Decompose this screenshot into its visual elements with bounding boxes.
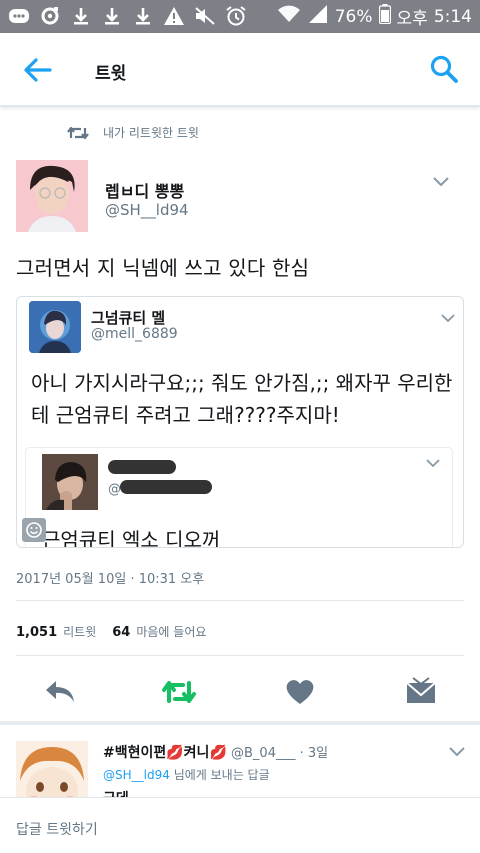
redacted-name (108, 460, 176, 474)
reply-composer[interactable]: 답글 트윗하기 (0, 797, 480, 853)
warning-icon (163, 5, 185, 27)
reply-author-handle[interactable]: @B_04___ (231, 746, 295, 761)
chevron-down-icon[interactable] (432, 176, 450, 188)
mute-icon (194, 5, 216, 27)
download-icon (132, 5, 154, 27)
nested-quoted-tweet[interactable]: @ 근엄큐티 엑소 디오꺼 (25, 447, 453, 548)
quoted-author-avatar (29, 301, 81, 353)
reply-composer-placeholder[interactable]: 답글 트윗하기 (16, 819, 98, 839)
smiley-icon (26, 522, 42, 538)
like-count-label[interactable]: 마음에 들어요 (136, 623, 206, 640)
author-name[interactable]: 렙ㅂ디 뽕뽕 (105, 178, 184, 202)
divider (16, 655, 464, 656)
clock-ampm: 오후 (396, 9, 428, 29)
wifi-icon (277, 4, 301, 29)
status-bar: 76% 오후 5:14 (0, 0, 480, 33)
alarm-icon (225, 5, 247, 27)
tweet-text: 그러면서 지 닉넴에 쓰고 있다 한심 (16, 256, 310, 280)
quoted-tweet-text: 아니 가지시라구요;;; 줘도 안가짐,;; 왜자꾸 우리한테 근엄큐티 주려고… (31, 371, 453, 427)
nested-author-avatar (42, 454, 98, 510)
system-status: 76% 오후 5:14 (277, 4, 472, 29)
nested-tweet-text: 근엄큐티 엑소 디오꺼 (42, 528, 221, 548)
battery-icon (378, 4, 391, 29)
chevron-down-icon[interactable] (439, 313, 457, 325)
retweet-context: 내가 리트윗한 트윗 (67, 124, 199, 141)
notification-icons (8, 5, 247, 27)
page-title: 트윗 (95, 64, 127, 84)
quoted-author-name: 그넘큐티 멜 (91, 309, 166, 327)
chat-notification-icon (8, 5, 30, 27)
redacted-handle (120, 480, 212, 494)
download-icon (101, 5, 123, 27)
reply-to-suffix: 님에게 보내는 답글 (169, 768, 270, 782)
retweet-icon (162, 681, 196, 703)
sync-notification-icon (39, 5, 61, 27)
emoji-overlay-button[interactable] (22, 518, 46, 542)
envelope-icon (406, 677, 436, 703)
retweet-count-label[interactable]: 리트윗 (63, 623, 96, 640)
retweet-count[interactable]: 1,051 (16, 625, 57, 640)
author-avatar[interactable] (16, 160, 88, 232)
tweet-stats: 1,051 리트윗 64 마음에 들어요 (16, 623, 206, 640)
retweet-icon (67, 126, 89, 139)
tweet-timestamp: 2017년 05월 10일 · 10:31 오후 (16, 572, 205, 587)
reply-icon (46, 681, 74, 702)
like-count[interactable]: 64 (112, 625, 130, 640)
retweet-button[interactable] (161, 676, 197, 708)
reply-to-mention[interactable]: @SH__ld94 (103, 768, 170, 782)
signal-icon (307, 4, 329, 29)
reply-header: #백현이편💋켜니💋 @B_04___ · 3일 (103, 742, 328, 762)
like-button[interactable] (282, 676, 318, 708)
arrow-left-icon (24, 58, 52, 82)
chevron-down-icon[interactable] (424, 458, 442, 470)
direct-message-button[interactable] (403, 676, 439, 708)
section-separator (0, 721, 480, 725)
back-button[interactable] (20, 55, 56, 85)
nested-handle-prefix: @ (108, 482, 121, 497)
tweet-actions (0, 668, 480, 718)
download-icon (70, 5, 92, 27)
reply-to-context: @SH__ld94 님에게 보내는 답글 (103, 766, 270, 783)
author-handle[interactable]: @SH__ld94 (105, 201, 189, 219)
search-icon (430, 55, 458, 83)
divider (16, 600, 464, 601)
app-bar: 트윗 (0, 33, 480, 107)
reply-time: · 3일 (299, 746, 329, 761)
battery-percent: 76% (334, 6, 373, 27)
reply-author-name[interactable]: #백현이편💋켜니💋 (103, 745, 227, 761)
chevron-down-icon[interactable] (448, 746, 466, 758)
retweet-context-label: 내가 리트윗한 트윗 (103, 126, 199, 140)
heart-icon (286, 680, 314, 704)
search-button[interactable] (428, 53, 460, 85)
quoted-author-handle: @mell_6889 (91, 326, 178, 342)
reply-button[interactable] (42, 676, 78, 708)
quoted-tweet[interactable]: 그넘큐티 멜 @mell_6889 아니 가지시라구요;;; 줘도 안가짐,;;… (16, 296, 464, 548)
clock-time: 5:14 (433, 6, 472, 27)
